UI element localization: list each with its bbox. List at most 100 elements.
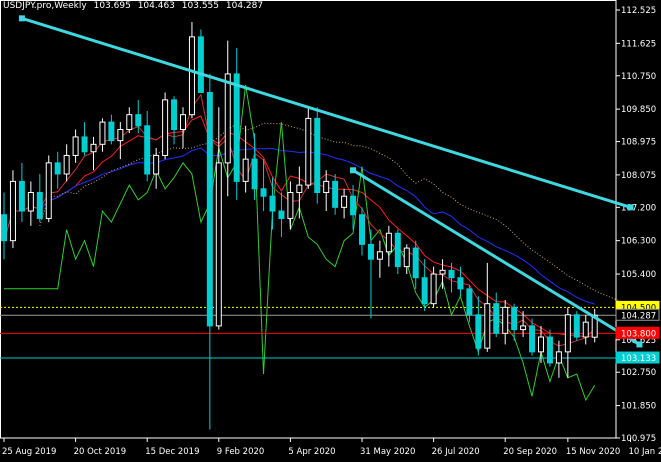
x-tick-label: 10 Jan 2021 bbox=[629, 447, 661, 457]
candle-body bbox=[332, 180, 339, 208]
candle-body bbox=[153, 154, 160, 175]
y-tick-label: 109.850 bbox=[621, 105, 656, 115]
candle-body bbox=[1, 214, 7, 242]
price-chart[interactable]: 112.525 111.625 110.750 109.850 108.975 108.0… bbox=[0, 0, 661, 462]
candle-body bbox=[430, 273, 437, 305]
candle-body bbox=[403, 247, 410, 268]
candle-body bbox=[188, 36, 195, 116]
candle-body bbox=[385, 232, 392, 253]
candle-body bbox=[251, 158, 258, 190]
candle-body bbox=[412, 247, 419, 279]
candle-body bbox=[108, 121, 115, 142]
x-tick-label: 20 Oct 2019 bbox=[74, 447, 127, 457]
candle-body bbox=[555, 351, 562, 364]
price-label-text: 103.800 bbox=[621, 329, 656, 339]
candle-body bbox=[63, 154, 70, 175]
price-label-text: 104.287 bbox=[621, 311, 656, 321]
candle-body bbox=[269, 195, 276, 212]
candle-body bbox=[323, 180, 330, 194]
candle-body bbox=[520, 325, 527, 331]
y-tick-label: 108.975 bbox=[621, 138, 656, 148]
candle-body bbox=[224, 73, 231, 164]
candle-body bbox=[36, 192, 43, 219]
candle-body bbox=[180, 114, 186, 131]
chart-window[interactable]: 112.525 111.625 110.750 109.850 108.975 108.0… bbox=[0, 0, 661, 462]
candle-body bbox=[197, 36, 204, 93]
trendline-anchor bbox=[350, 167, 357, 174]
x-tick-label: 15 Dec 2019 bbox=[145, 447, 199, 457]
candle-body bbox=[144, 125, 151, 175]
candle-body bbox=[546, 336, 553, 364]
x-tick-label: 25 Aug 2019 bbox=[2, 447, 56, 457]
y-tick-label: 110.750 bbox=[621, 72, 656, 82]
candle-body bbox=[367, 243, 374, 260]
candle-body bbox=[493, 303, 500, 334]
candle-body bbox=[278, 210, 285, 219]
candle-body bbox=[206, 91, 213, 327]
candle-body bbox=[135, 114, 142, 127]
candle-body bbox=[171, 99, 178, 131]
candle-body bbox=[484, 303, 491, 349]
y-tick-label: 102.750 bbox=[621, 368, 656, 378]
x-tick-label: 26 Jul 2020 bbox=[432, 447, 480, 457]
candle-body bbox=[394, 232, 401, 268]
price-label-text: 103.133 bbox=[621, 354, 656, 364]
candle-body bbox=[457, 277, 464, 290]
candle-body bbox=[45, 162, 52, 219]
candle-body bbox=[538, 336, 544, 353]
y-tick-label: 111.625 bbox=[621, 39, 656, 49]
candle-body bbox=[72, 136, 79, 156]
candle-body bbox=[502, 306, 509, 334]
x-tick-label: 5 Apr 2020 bbox=[288, 447, 335, 457]
candle-body bbox=[99, 121, 106, 145]
candle-body bbox=[126, 114, 133, 131]
candle-body bbox=[117, 129, 124, 142]
y-tick-label: 100.975 bbox=[621, 434, 656, 444]
candle-body bbox=[81, 136, 88, 153]
y-tick-label: 101.850 bbox=[621, 402, 656, 412]
chikou-line bbox=[4, 84, 596, 402]
candle-body bbox=[466, 288, 473, 316]
chart-title: USDJPY.pro,Weekly 103.695 104.463 103.55… bbox=[3, 1, 267, 11]
trendline-anchor bbox=[636, 341, 643, 348]
open-value: 103.695 bbox=[93, 1, 131, 11]
x-tick-label: 9 Feb 2020 bbox=[217, 447, 264, 457]
trendline-anchor bbox=[18, 15, 25, 22]
y-tick-label: 105.400 bbox=[621, 270, 656, 280]
low-value: 103.555 bbox=[181, 1, 219, 11]
candle-body bbox=[260, 188, 267, 197]
high-value: 104.463 bbox=[137, 1, 175, 11]
candle-body bbox=[582, 321, 589, 338]
candle-body bbox=[54, 162, 61, 175]
candle-body bbox=[27, 192, 34, 212]
close-value: 104.287 bbox=[225, 1, 264, 11]
y-tick-label: 112.525 bbox=[621, 6, 656, 16]
candle-body bbox=[359, 214, 365, 245]
candle-body bbox=[215, 162, 222, 327]
candle-body bbox=[162, 99, 169, 156]
candle-body bbox=[475, 314, 482, 349]
symbol-label: USDJPY.pro,Weekly bbox=[3, 1, 87, 11]
candle-body bbox=[564, 314, 571, 353]
candle-body bbox=[421, 277, 428, 305]
x-tick-label: 20 Sep 2020 bbox=[503, 447, 557, 457]
candle-body bbox=[314, 117, 321, 194]
candle-body bbox=[305, 117, 312, 186]
y-tick-label: 108.075 bbox=[621, 171, 656, 181]
candle-body bbox=[9, 180, 16, 242]
candle-body bbox=[529, 325, 536, 353]
y-tick-label: 106.300 bbox=[621, 237, 656, 247]
candle-body bbox=[511, 306, 518, 331]
candle-body bbox=[18, 180, 25, 212]
x-tick-label: 15 Nov 2020 bbox=[566, 447, 620, 457]
candle-body bbox=[90, 143, 97, 153]
trendline-anchor bbox=[627, 204, 634, 211]
candle-body bbox=[376, 251, 383, 260]
plot-border bbox=[0, 0, 617, 439]
x-tick-label: 31 May 2020 bbox=[360, 447, 415, 457]
candle-body bbox=[287, 192, 294, 219]
candle-body bbox=[242, 158, 249, 182]
candle-body bbox=[233, 73, 240, 182]
candle-body bbox=[448, 269, 455, 279]
candle-body bbox=[350, 195, 357, 216]
